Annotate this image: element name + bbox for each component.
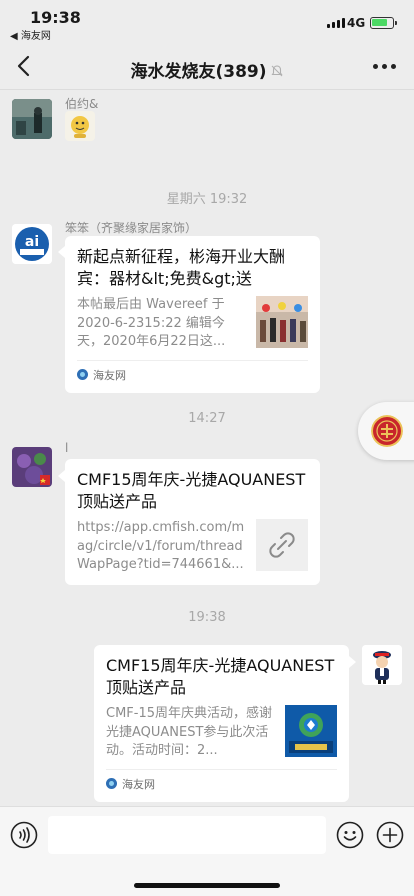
signal-icon <box>327 18 345 28</box>
card-thumbnail <box>285 705 337 757</box>
sender-name: l <box>65 441 69 455</box>
card-source: 海友网 <box>77 359 308 383</box>
card-description: CMF-15周年庆典活动，感谢光捷AQUANEST参与此次活动。活动时间：2..… <box>106 706 273 758</box>
source-logo-icon <box>106 778 117 789</box>
voice-icon[interactable] <box>10 821 38 849</box>
seal-icon <box>371 415 403 447</box>
avatar[interactable]: ai <box>12 224 52 264</box>
link-card[interactable]: CMF15周年庆-光捷AQUANEST顶贴送产品 CMF-15周年庆典活动，感谢… <box>94 645 349 802</box>
link-card[interactable]: 新起点新征程，彬海开业大酬宾：器材&lt;免费&gt;送 本帖最后由 Waver… <box>65 236 320 393</box>
back-to-app-link[interactable]: ◀ 海友网 <box>10 27 51 42</box>
sender-name: 笨笨（齐聚缘家居家饰） <box>65 221 198 235</box>
card-title: CMF15周年庆-光捷AQUANEST顶贴送产品 <box>77 470 306 511</box>
time-separator: 19:38 <box>188 610 226 625</box>
emoji-icon[interactable] <box>336 821 364 849</box>
ellipsis-icon[interactable] <box>373 64 396 69</box>
avatar[interactable] <box>12 447 52 487</box>
source-name: 海友网 <box>93 368 126 382</box>
time-separator: 星期六 19:32 <box>166 192 248 207</box>
plus-icon[interactable] <box>376 821 404 849</box>
group-name: 海水发烧友(389) <box>130 62 267 82</box>
card-description: https://app.cmfish.com/mag/circle/v1/for… <box>77 520 245 572</box>
svg-text:ai: ai <box>25 234 39 250</box>
battery-icon <box>370 17 397 29</box>
bell-slash-icon <box>270 65 283 77</box>
home-indicator[interactable] <box>134 883 280 888</box>
source-logo-icon <box>77 369 88 380</box>
network-type: 4G <box>347 16 366 30</box>
sticker-image[interactable] <box>65 111 95 141</box>
link-card[interactable]: CMF15周年庆-光捷AQUANEST顶贴送产品 https://app.cmf… <box>65 459 320 585</box>
card-title: 新起点新征程，彬海开业大酬宾：器材&lt;免费&gt;送 <box>77 247 286 288</box>
source-name: 海友网 <box>122 777 155 791</box>
card-thumbnail <box>256 296 308 348</box>
card-description: 本帖最后由 Wavereef 于 2020-6-2315:22 编辑今天，202… <box>77 297 226 349</box>
avatar[interactable] <box>362 645 402 685</box>
chat-header: 海水发烧友(389) <box>0 44 414 90</box>
avatar[interactable] <box>12 99 52 139</box>
floating-mini-window[interactable] <box>358 402 414 460</box>
status-time: 19:38 <box>30 8 81 27</box>
message-input[interactable] <box>48 816 326 854</box>
sender-name: 伯约& <box>65 97 99 111</box>
link-icon <box>256 519 308 571</box>
status-bar: 19:38 ◀ 海友网 4G <box>0 0 414 44</box>
card-source: 海友网 <box>106 768 337 792</box>
chat-title: 海水发烧友(389) <box>0 57 414 82</box>
input-bar <box>0 806 414 896</box>
card-title: CMF15周年庆-光捷AQUANEST顶贴送产品 <box>106 656 335 697</box>
time-separator: 14:27 <box>188 411 226 426</box>
